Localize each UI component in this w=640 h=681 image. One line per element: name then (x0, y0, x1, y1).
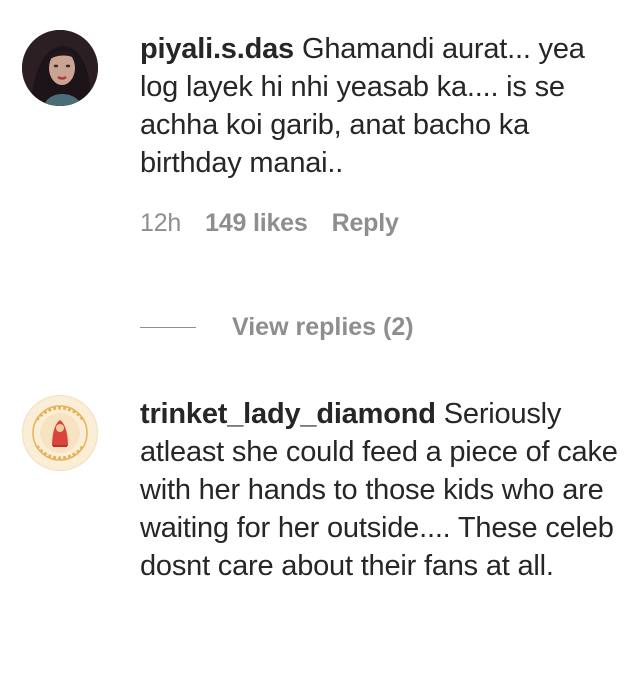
trinket-logo-icon (25, 398, 95, 468)
comment-body: trinket_lady_diamond Seriously atleast sh… (140, 395, 624, 585)
comment-username[interactable]: piyali.s.das (140, 33, 294, 65)
reply-button[interactable]: Reply (332, 204, 399, 242)
replies-divider-line (140, 327, 196, 328)
comments-panel: piyali.s.das Ghamandi aurat... yea log la… (0, 0, 640, 681)
view-replies-button[interactable]: View replies (2) (140, 313, 414, 342)
comment-meta: 12h 149 likes Reply (140, 204, 624, 242)
comment-time[interactable]: 12h (140, 204, 181, 242)
comment-likes[interactable]: 149 likes (205, 204, 308, 242)
user-avatar[interactable] (22, 395, 98, 471)
comment-body: piyali.s.das Ghamandi aurat... yea log la… (140, 30, 624, 242)
comment: trinket_lady_diamond Seriously atleast sh… (22, 395, 624, 585)
comment: piyali.s.das Ghamandi aurat... yea log la… (22, 30, 624, 242)
view-replies-label: View replies (2) (232, 313, 414, 341)
comment-username[interactable]: trinket_lady_diamond (140, 398, 436, 430)
user-avatar[interactable] (22, 30, 98, 106)
profile-photo-icon (22, 30, 98, 106)
